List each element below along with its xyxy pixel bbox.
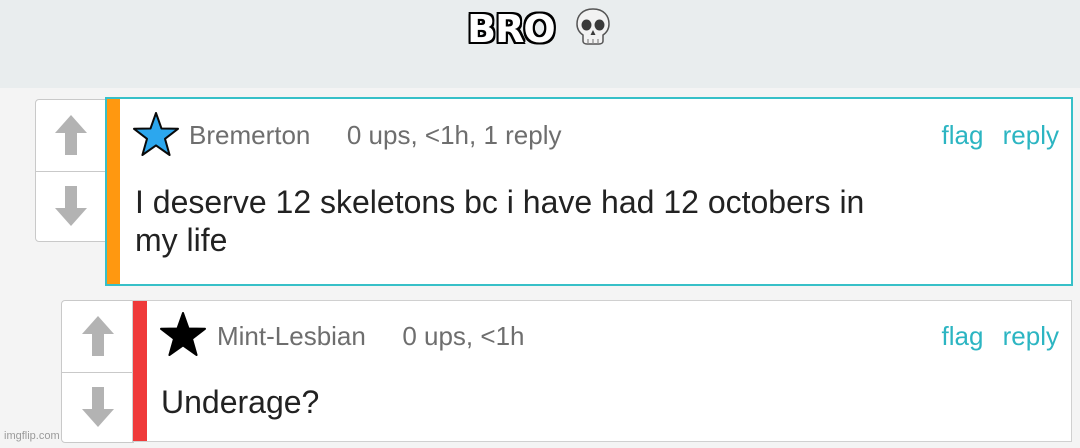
comment-meta: Bremerton 0 ups, <1h, 1 reply — [189, 120, 562, 151]
flag-link[interactable]: flag — [941, 120, 983, 150]
upvote-button[interactable] — [36, 100, 106, 171]
arrow-up-icon — [81, 316, 114, 357]
comment-op: Bremerton 0 ups, <1h, 1 reply flag reply… — [105, 97, 1073, 286]
downvote-button[interactable] — [36, 170, 106, 242]
reply-link[interactable]: reply — [1003, 120, 1059, 150]
reply-link[interactable]: reply — [1003, 321, 1059, 351]
upvote-button[interactable] — [62, 301, 133, 372]
watermark: imgflip.com — [4, 430, 60, 442]
comment-body-line: I deserve 12 skeletons bc i have had 12 … — [135, 184, 865, 220]
comment-actions: flag reply — [929, 120, 1059, 151]
arrow-up-icon — [55, 115, 87, 156]
comment-body-line: my life — [135, 222, 228, 258]
comment-stats: 0 ups, <1h — [402, 321, 525, 351]
comment-stats: 0 ups, <1h, 1 reply — [346, 120, 562, 150]
skull-icon — [573, 6, 613, 55]
comment-body: Underage? — [161, 383, 319, 421]
flag-link[interactable]: flag — [941, 321, 983, 351]
comment-stripe — [133, 301, 147, 441]
comment-actions: flag reply — [929, 321, 1059, 352]
caption-bar: BRO — [0, 0, 1080, 88]
comment-body-line: Underage? — [161, 384, 320, 420]
comment-reply: Mint-Lesbian 0 ups, <1h flag reply Under… — [132, 300, 1072, 442]
comment-meta: Mint-Lesbian 0 ups, <1h — [217, 321, 524, 352]
vote-box-2 — [61, 300, 134, 443]
meme-caption: BRO — [0, 6, 1080, 55]
arrow-down-icon — [81, 387, 114, 428]
star-icon — [160, 312, 206, 356]
username[interactable]: Mint-Lesbian — [217, 321, 366, 351]
star-icon — [133, 112, 179, 156]
comment-body: I deserve 12 skeletons bc i have had 12 … — [135, 183, 864, 259]
arrow-down-icon — [55, 186, 87, 227]
caption-text: BRO — [467, 7, 556, 51]
downvote-button[interactable] — [62, 371, 133, 443]
comment-stripe — [107, 99, 120, 284]
username[interactable]: Bremerton — [189, 120, 310, 150]
vote-box-1 — [35, 99, 107, 242]
